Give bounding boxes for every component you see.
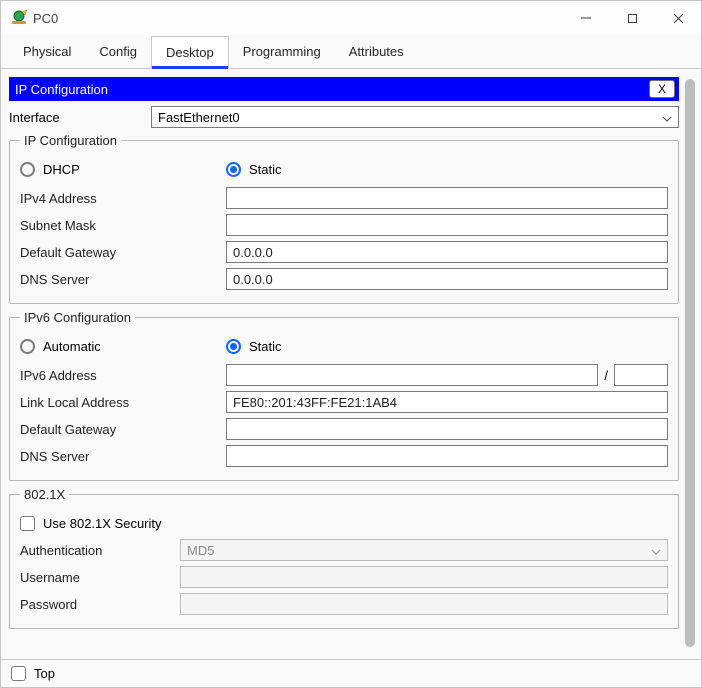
ipv6-default-gateway-input[interactable] (226, 418, 668, 440)
ipv6-prefix-separator: / (604, 368, 608, 383)
content-area: IP Configuration X Interface FastEtherne… (1, 69, 701, 659)
maximize-button[interactable] (609, 2, 655, 34)
dhcp-radio[interactable]: DHCP (20, 162, 226, 177)
radio-unselected-icon (20, 339, 35, 354)
panel-close-button[interactable]: X (649, 80, 675, 98)
footer: Top (1, 659, 701, 687)
default-gateway-input[interactable] (226, 241, 668, 263)
ipv6-dns-server-label: DNS Server (20, 449, 226, 464)
tab-programming[interactable]: Programming (229, 36, 335, 69)
ipv6-prefix-input[interactable] (614, 364, 668, 386)
ipv6-default-gateway-label: Default Gateway (20, 422, 226, 437)
interface-select-value: FastEthernet0 (158, 110, 240, 125)
window: PC0 Physical Config Desktop Programming … (0, 0, 702, 688)
static-radio-label: Static (249, 162, 282, 177)
minimize-button[interactable] (563, 2, 609, 34)
username-label: Username (20, 570, 180, 585)
window-title: PC0 (33, 11, 563, 26)
ipv6-automatic-radio-label: Automatic (43, 339, 101, 354)
link-local-address-input[interactable] (226, 391, 668, 413)
default-gateway-label: Default Gateway (20, 245, 226, 260)
password-input (180, 593, 668, 615)
ipv6-automatic-radio[interactable]: Automatic (20, 339, 226, 354)
tab-physical[interactable]: Physical (9, 36, 85, 69)
top-label: Top (34, 666, 55, 681)
interface-label: Interface (9, 110, 151, 125)
authentication-label: Authentication (20, 543, 180, 558)
ipv6-configuration-section: IPv6 Configuration Automatic Static IPv6… (9, 310, 679, 481)
ipv6-address-input[interactable] (226, 364, 598, 386)
radio-unselected-icon (20, 162, 35, 177)
use-8021x-label: Use 802.1X Security (43, 516, 162, 531)
titlebar: PC0 (1, 1, 701, 35)
vertical-scrollbar[interactable] (685, 79, 695, 647)
radio-selected-icon (226, 339, 241, 354)
ipv6-configuration-legend: IPv6 Configuration (20, 310, 135, 325)
use-8021x-checkbox[interactable] (20, 516, 35, 531)
tab-bar: Physical Config Desktop Programming Attr… (1, 35, 701, 69)
app-icon (11, 10, 27, 26)
chevron-down-icon (651, 543, 661, 558)
ipv6-address-label: IPv6 Address (20, 368, 226, 383)
top-checkbox[interactable] (11, 666, 26, 681)
password-label: Password (20, 597, 180, 612)
ipv4-address-label: IPv4 Address (20, 191, 226, 206)
username-input (180, 566, 668, 588)
static-radio[interactable]: Static (226, 162, 432, 177)
authentication-select-value: MD5 (187, 543, 214, 558)
subnet-mask-label: Subnet Mask (20, 218, 226, 233)
ipv6-dns-server-input[interactable] (226, 445, 668, 467)
ip-configuration-legend: IP Configuration (20, 133, 121, 148)
dns-server-input[interactable] (226, 268, 668, 290)
dot1x-legend: 802.1X (20, 487, 69, 502)
panel-titlebar: IP Configuration X (9, 77, 679, 101)
authentication-select: MD5 (180, 539, 668, 561)
tab-attributes[interactable]: Attributes (335, 36, 418, 69)
ipv6-static-radio[interactable]: Static (226, 339, 432, 354)
dot1x-section: 802.1X Use 802.1X Security Authenticatio… (9, 487, 679, 629)
panel-title: IP Configuration (13, 82, 649, 97)
tab-desktop[interactable]: Desktop (151, 36, 229, 69)
ipv4-address-input[interactable] (226, 187, 668, 209)
link-local-address-label: Link Local Address (20, 395, 226, 410)
ipv6-static-radio-label: Static (249, 339, 282, 354)
radio-selected-icon (226, 162, 241, 177)
chevron-down-icon (662, 110, 672, 125)
ip-configuration-section: IP Configuration DHCP Static IPv4 Addres… (9, 133, 679, 304)
interface-select[interactable]: FastEthernet0 (151, 106, 679, 128)
close-button[interactable] (655, 2, 701, 34)
subnet-mask-input[interactable] (226, 214, 668, 236)
tab-config[interactable]: Config (85, 36, 151, 69)
dhcp-radio-label: DHCP (43, 162, 80, 177)
dns-server-label: DNS Server (20, 272, 226, 287)
window-button-group (563, 2, 701, 34)
